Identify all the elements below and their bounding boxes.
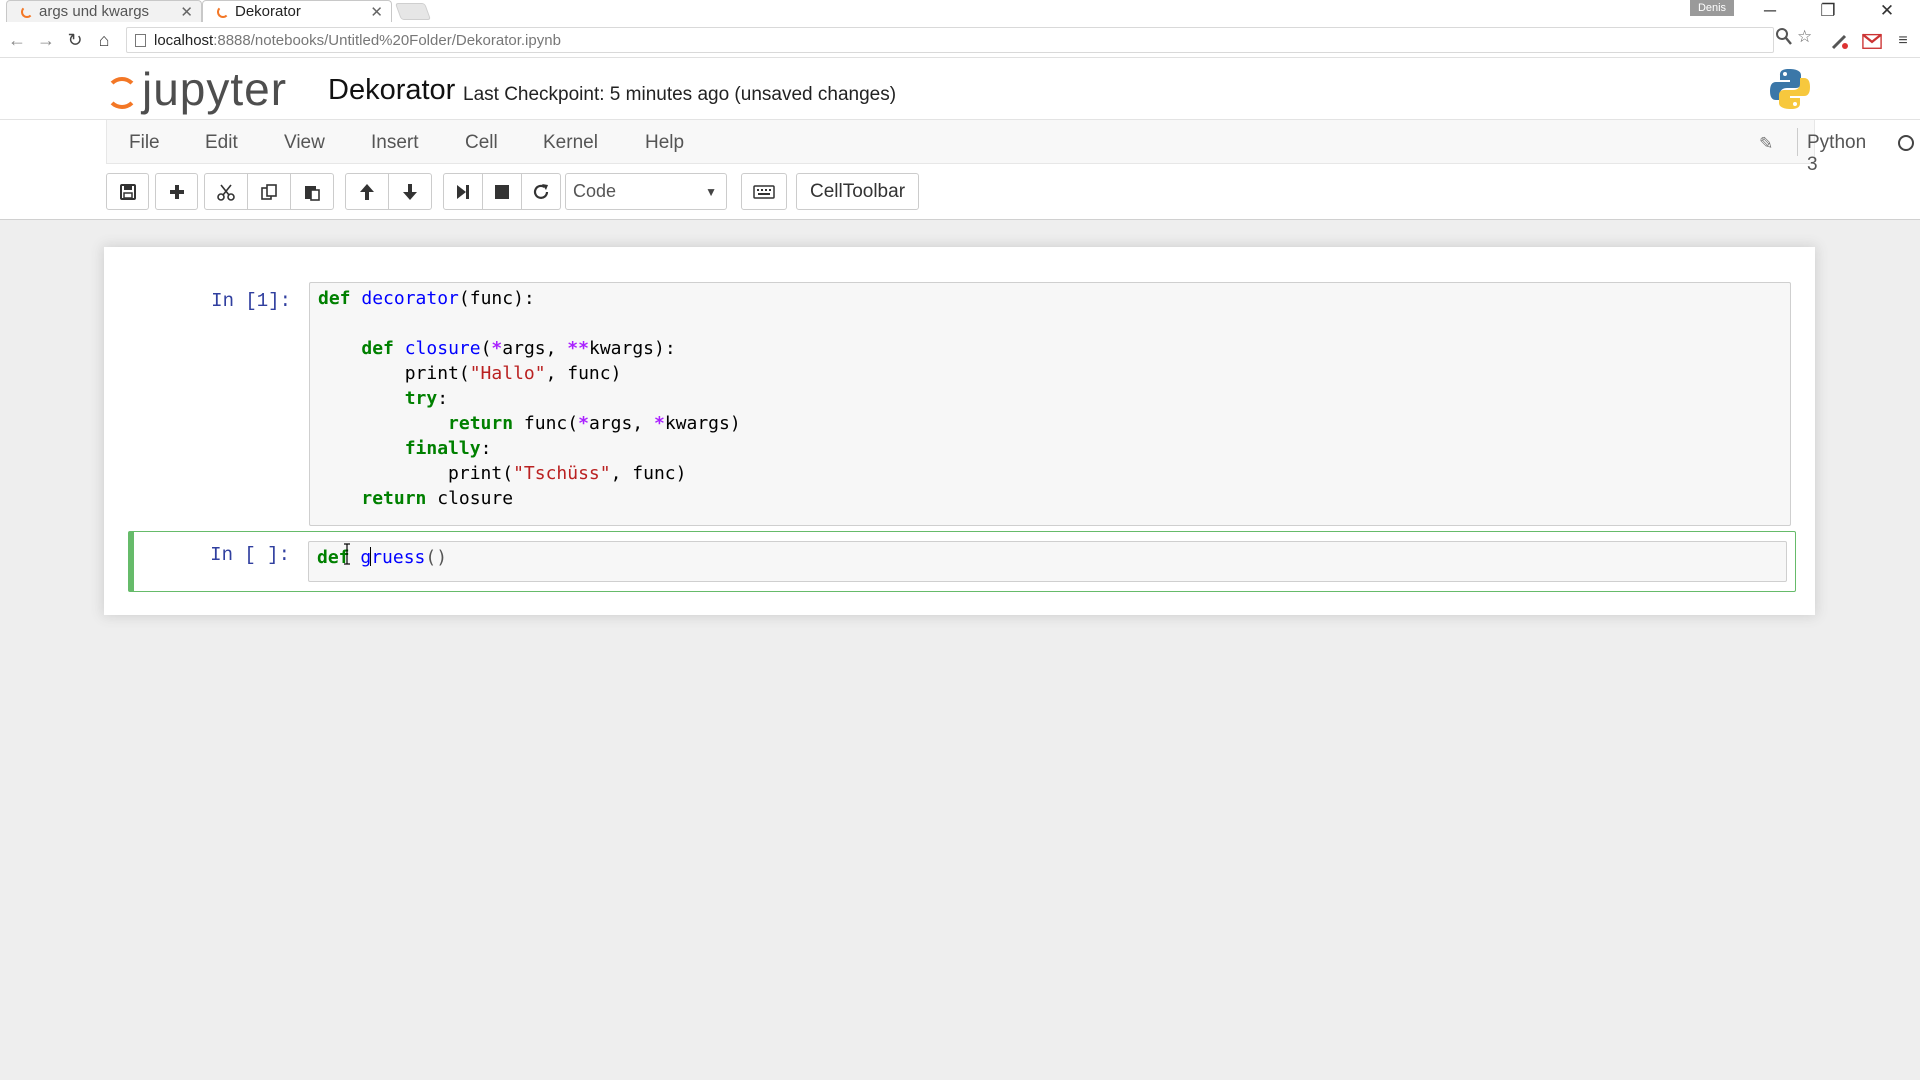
arrow-down-icon xyxy=(403,183,417,200)
menu-help[interactable]: Help xyxy=(645,132,684,154)
close-icon[interactable]: ✕ xyxy=(370,3,383,21)
keyboard-icon xyxy=(753,184,775,199)
jupyter-header: jupyter Dekorator Last Checkpoint: 5 min… xyxy=(0,58,1920,120)
url-path: :8888/notebooks/Untitled%20Folder/Dekora… xyxy=(213,31,561,49)
tab-title: args und kwargs xyxy=(39,3,150,20)
cell-type-value: Code xyxy=(573,181,617,201)
refresh-icon xyxy=(533,183,549,199)
tab-title: Dekorator xyxy=(235,3,301,20)
celltoolbar-button[interactable]: CellToolbar xyxy=(796,173,919,210)
divider xyxy=(1797,128,1798,156)
jupyter-logo[interactable]: jupyter xyxy=(104,66,287,112)
text-cursor xyxy=(370,547,372,566)
page-icon xyxy=(135,33,146,47)
arrow-up-icon xyxy=(360,183,374,200)
move-cell-up-button[interactable] xyxy=(345,173,389,210)
menu-view[interactable]: View xyxy=(284,132,325,154)
extension-icon[interactable] xyxy=(1830,31,1850,51)
profile-badge[interactable]: Denis xyxy=(1690,0,1734,16)
menubar: File Edit View Insert Cell Kernel Help ✎… xyxy=(106,120,1914,175)
restart-kernel-button[interactable] xyxy=(521,173,561,210)
run-cell-button[interactable] xyxy=(443,173,483,210)
code-editor[interactable]: def gruess() xyxy=(308,541,1787,582)
input-prompt: In [1]: xyxy=(211,290,291,312)
address-bar[interactable]: localhost:8888/notebooks/Untitled%20Fold… xyxy=(126,27,1774,53)
menu-kernel[interactable]: Kernel xyxy=(543,132,598,154)
restore-button[interactable]: ❐ xyxy=(1805,0,1851,22)
insert-cell-button[interactable] xyxy=(155,173,198,210)
menu-insert[interactable]: Insert xyxy=(371,132,419,154)
copy-icon xyxy=(261,183,277,200)
browser-tab-strip: args und kwargs ✕ Dekorator ✕ Denis ─ ❐ … xyxy=(0,0,1920,22)
paste-button[interactable] xyxy=(290,173,334,210)
code-cell-2-selected[interactable]: In [ ]: def gruess() xyxy=(128,531,1796,592)
code-text[interactable]: def gruess() xyxy=(309,542,1786,573)
menu-edit[interactable]: Edit xyxy=(205,132,238,154)
notebook-container: In [1]: def decorator(func): def closure… xyxy=(104,247,1815,615)
new-tab-button[interactable] xyxy=(394,3,432,20)
python-logo-icon xyxy=(1770,69,1810,109)
menu-cell[interactable]: Cell xyxy=(465,132,498,154)
cut-button[interactable] xyxy=(204,173,248,210)
browser-tab-args-und-kwargs[interactable]: args und kwargs ✕ xyxy=(6,0,202,22)
cut-icon xyxy=(217,184,235,201)
input-prompt: In [ ]: xyxy=(210,544,290,566)
gmail-icon[interactable] xyxy=(1862,31,1882,51)
url-host: localhost xyxy=(154,31,214,49)
checkpoint-status: Last Checkpoint: 5 minutes ago (unsaved … xyxy=(463,84,897,105)
close-window-button[interactable]: ✕ xyxy=(1864,0,1910,22)
move-cell-down-button[interactable] xyxy=(388,173,432,210)
step-forward-icon xyxy=(457,184,469,199)
jupyter-favicon-icon xyxy=(217,5,229,18)
menu-icon[interactable]: ≡ xyxy=(1893,31,1913,51)
home-icon[interactable]: ⌂ xyxy=(93,29,115,51)
jupyter-spin-icon xyxy=(104,75,138,109)
jupyter-favicon-icon xyxy=(21,5,33,18)
plus-icon xyxy=(169,184,184,199)
jupyter-logo-text: jupyter xyxy=(142,63,288,115)
zoom-icon[interactable] xyxy=(1775,27,1793,52)
browser-toolbar: ← → ↻ ⌂ localhost:8888/notebooks/Untitle… xyxy=(0,22,1920,58)
code-editor[interactable]: def decorator(func): def closure(*args, … xyxy=(309,282,1791,526)
menu-and-toolbar: File Edit View Insert Cell Kernel Help ✎… xyxy=(0,120,1920,220)
save-icon xyxy=(119,183,136,200)
menu-file[interactable]: File xyxy=(129,132,160,154)
copy-button[interactable] xyxy=(247,173,291,210)
browser-tab-dekorator[interactable]: Dekorator ✕ xyxy=(202,0,392,22)
kernel-name: Python 3 xyxy=(1807,132,1867,175)
minimize-button[interactable]: ─ xyxy=(1747,0,1793,22)
mouse-ibeam-cursor-icon xyxy=(344,543,350,565)
save-button[interactable] xyxy=(106,173,149,210)
close-icon[interactable]: ✕ xyxy=(180,3,193,21)
code-text[interactable]: def decorator(func): def closure(*args, … xyxy=(310,283,1790,514)
paste-icon xyxy=(305,185,320,201)
notebook-name[interactable]: Dekorator xyxy=(328,74,455,107)
command-palette-button[interactable] xyxy=(741,173,787,210)
interrupt-kernel-button[interactable] xyxy=(482,173,522,210)
code-cell-1[interactable]: In [1]: def decorator(func): def closure… xyxy=(128,277,1792,526)
kernel-idle-indicator-icon xyxy=(1898,135,1914,151)
cell-type-select[interactable]: Code ▼ xyxy=(565,173,727,210)
back-icon[interactable]: ← xyxy=(6,29,28,51)
bookmark-star-icon[interactable]: ☆ xyxy=(1797,27,1812,47)
pencil-icon[interactable]: ✎ xyxy=(1759,134,1773,154)
forward-icon[interactable]: → xyxy=(35,29,57,51)
stop-icon xyxy=(495,184,509,199)
reload-icon[interactable]: ↻ xyxy=(64,29,86,51)
caret-down-icon: ▼ xyxy=(705,185,717,199)
